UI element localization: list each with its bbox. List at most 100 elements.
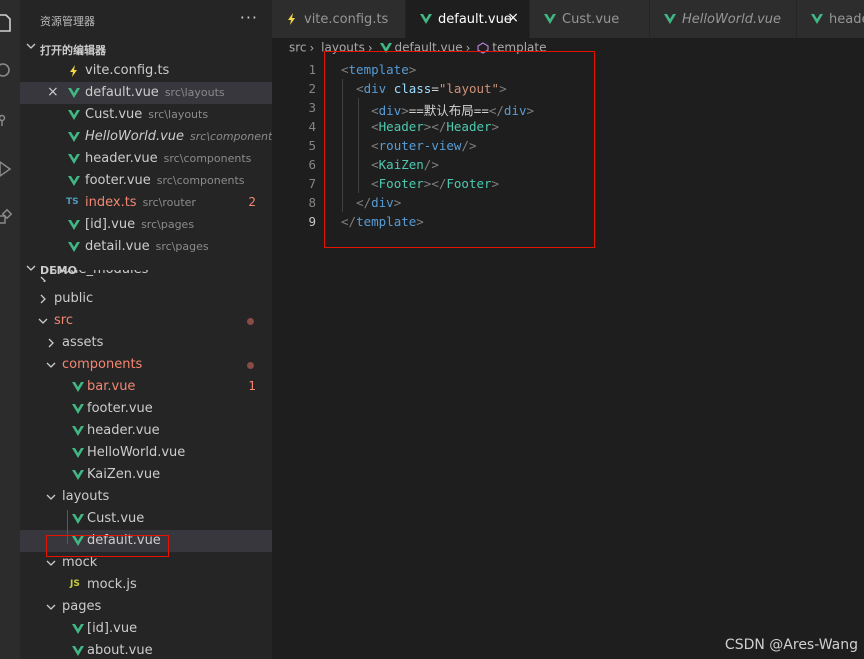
file-path: src\components: [190, 130, 272, 143]
explorer-icon[interactable]: [0, 12, 16, 34]
source-control-icon[interactable]: [0, 110, 16, 132]
vue-icon: [68, 132, 80, 142]
open-editor-item[interactable]: × default.vue src\layouts: [20, 82, 272, 104]
tree-item-name: src: [54, 313, 73, 328]
breadcrumb: src › layouts › default.vue › template: [289, 40, 546, 60]
tree-folder[interactable]: assets: [20, 332, 272, 354]
open-editor-item[interactable]: HelloWorld.vue src\components: [20, 126, 272, 148]
code-token: <: [341, 62, 349, 77]
file-path: src\router: [142, 196, 196, 209]
code-token: >: [526, 103, 535, 118]
more-actions-icon[interactable]: ···: [240, 8, 258, 27]
open-editors-label: 打开的编辑器: [40, 44, 106, 57]
tree-folder[interactable]: src: [20, 310, 272, 332]
file-name-text: detail.vue: [85, 239, 150, 254]
open-editor-item[interactable]: detail.vue src\pages: [20, 236, 272, 258]
line-number: 9: [308, 214, 316, 229]
code-token: >: [416, 214, 424, 229]
run-debug-icon[interactable]: [0, 158, 16, 180]
tree-item-name: KaiZen.vue: [87, 467, 161, 482]
close-icon[interactable]: ×: [507, 10, 519, 26]
tree-folder[interactable]: mock: [20, 552, 272, 574]
vue-icon: [68, 88, 80, 98]
tab-vite-config[interactable]: vite.config.ts: [272, 0, 406, 38]
vue-icon: [68, 220, 80, 230]
chevron-down-icon: [26, 43, 36, 49]
vue-icon: [544, 14, 556, 24]
tree-file[interactable]: [id].vue: [20, 618, 272, 640]
tree-folder[interactable]: public: [20, 288, 272, 310]
indent-guide: [67, 510, 68, 544]
tree-item-name: pages: [62, 599, 102, 614]
code-token: div: [378, 103, 402, 118]
tree-file[interactable]: default.vue: [20, 530, 272, 552]
code-token: >: [491, 119, 500, 134]
open-editors-header[interactable]: 打开的编辑器: [20, 38, 272, 60]
symbol-element-icon: [477, 41, 489, 54]
vue-icon: [72, 514, 84, 524]
line-number: 3: [308, 100, 316, 115]
vue-icon: [72, 624, 84, 634]
file-name: HelloWorld.vue src\components: [85, 129, 272, 144]
code-token: />: [461, 138, 477, 153]
chevron-down-icon: [46, 362, 56, 368]
line-number: 5: [308, 138, 316, 153]
line-number: 4: [308, 119, 316, 134]
code-token: Header: [446, 119, 492, 134]
vue-icon: [811, 14, 823, 24]
open-editor-item[interactable]: header.vue src\components: [20, 148, 272, 170]
tree-file[interactable]: header.vue: [20, 420, 272, 442]
tree-folder[interactable]: pages: [20, 596, 272, 618]
search-icon[interactable]: [0, 60, 16, 82]
breadcrumb-src[interactable]: src: [289, 41, 307, 55]
tree-file[interactable]: HelloWorld.vue: [20, 442, 272, 464]
vue-icon: [379, 42, 392, 53]
tree-file[interactable]: JS mock.js: [20, 574, 272, 596]
code-token: template: [356, 214, 417, 229]
open-editor-item[interactable]: [id].vue src\pages: [20, 214, 272, 236]
tab-header-vue[interactable]: header.vue: [797, 0, 864, 38]
tree-folder[interactable]: components: [20, 354, 272, 376]
tab-label: Cust.vue: [562, 12, 620, 27]
code-line: <Header></Header>: [341, 119, 499, 134]
tree-folder[interactable]: layouts: [20, 486, 272, 508]
code-editor[interactable]: 123456789 <template> <div class="layout"…: [272, 60, 864, 659]
chevron-down-icon: [38, 318, 48, 324]
open-editor-item[interactable]: vite.config.ts: [20, 60, 272, 82]
code-token: "layout": [438, 81, 500, 96]
close-icon[interactable]: ×: [47, 84, 59, 100]
tree-item-name: bar.vue: [87, 379, 136, 394]
tree-file[interactable]: Cust.vue: [20, 508, 272, 530]
code-token: template: [348, 62, 409, 77]
extensions-icon[interactable]: [0, 208, 16, 230]
tree-item-name: assets: [62, 335, 104, 350]
tree-file[interactable]: node_modules: [20, 270, 272, 282]
open-editor-item[interactable]: TS index.ts src\router 2: [20, 192, 272, 214]
tab-default-vue[interactable]: default.vue ×: [406, 0, 530, 38]
open-editor-item[interactable]: Cust.vue src\layouts: [20, 104, 272, 126]
tab-helloworld-vue[interactable]: HelloWorld.vue: [650, 0, 797, 38]
file-name: index.ts src\router: [85, 195, 196, 210]
vue-icon: [72, 382, 84, 392]
ts-file-icon: TS: [66, 197, 79, 207]
tree-item-name: public: [54, 291, 94, 306]
tree-file[interactable]: KaiZen.vue: [20, 464, 272, 486]
code-line: <router-view/>: [341, 138, 477, 153]
tree-file[interactable]: bar.vue 1: [20, 376, 272, 398]
tab-cust-vue[interactable]: Cust.vue: [530, 0, 650, 38]
breadcrumb-symbol[interactable]: template: [492, 41, 546, 55]
tree-file[interactable]: footer.vue: [20, 398, 272, 420]
tree-file[interactable]: about.vue: [20, 640, 272, 659]
vue-icon: [420, 14, 432, 24]
problem-count-badge: 2: [248, 195, 256, 209]
open-editor-item[interactable]: footer.vue src\components: [20, 170, 272, 192]
tree-item-name: HelloWorld.vue: [87, 445, 186, 460]
breadcrumb-layouts[interactable]: layouts: [321, 41, 365, 55]
code-token: </: [488, 103, 504, 118]
breadcrumb-file[interactable]: default.vue: [395, 41, 463, 55]
vue-icon: [68, 110, 80, 120]
code-token: Footer: [378, 176, 424, 191]
chevron-right-icon: ›: [465, 40, 471, 55]
